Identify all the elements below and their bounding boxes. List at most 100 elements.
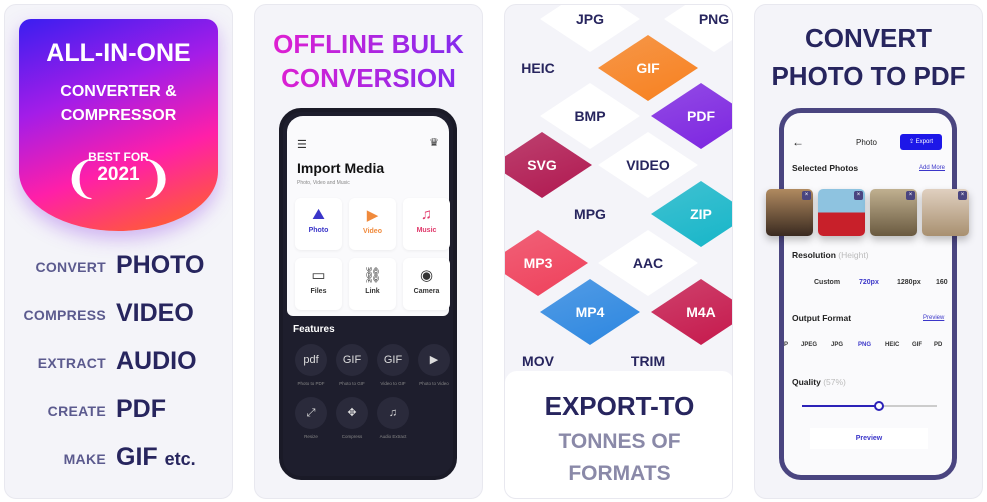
badge-title: ALL-IN-ONE — [46, 39, 191, 67]
feature-object: PHOTO — [116, 251, 204, 280]
feature-verb: EXTRACT — [37, 355, 106, 371]
format-label: VIDEO — [626, 157, 670, 173]
tile-label: Music — [416, 227, 437, 234]
feature-row: EXTRACT AUDIO — [5, 347, 232, 377]
format-label: JPG — [575, 11, 605, 27]
format-option[interactable]: JPG — [831, 342, 843, 348]
format-label: ZIP — [690, 206, 712, 222]
format-label: TRIM — [630, 353, 666, 369]
headline: CONVERT — [804, 23, 933, 53]
promo-badge: ALL-IN-ONE CONVERTER & COMPRESSOR ❨ ❩ BES… — [19, 19, 218, 231]
pdf-icon: pdf — [295, 344, 327, 376]
preview-button[interactable]: Preview — [810, 428, 928, 449]
feature-item[interactable]: ✥ Compress — [332, 397, 372, 439]
resolution-option[interactable]: 1280px — [897, 279, 921, 286]
resolution-option[interactable]: 720px — [859, 279, 879, 286]
tile-label: Photo — [308, 227, 329, 234]
music-icon: ♫ — [420, 206, 433, 223]
feature-verb: CREATE — [47, 403, 106, 419]
panel-formats: JPG PNG HEIC GIF BMP PDF SVG VIDEO MPG ZIP MP3 AAC M… — [504, 4, 733, 499]
crown-icon[interactable]: ♛ — [429, 136, 439, 149]
selected-photos-label: Selected Photos — [792, 163, 859, 173]
import-tile-music[interactable]: ♫ Music — [403, 198, 450, 250]
photo-thumbnail[interactable]: × — [922, 189, 969, 236]
feature-item[interactable]: ♫ Audio Extract — [373, 397, 413, 439]
import-tile-files[interactable]: ▭ Files — [295, 258, 342, 310]
feature-object: GIF etc. — [116, 443, 196, 472]
resolution-hint: (Height) — [838, 250, 869, 260]
format-label: MP3 — [523, 255, 553, 271]
export-button[interactable]: ⇪ Export — [900, 134, 942, 150]
import-heading: Import Media — [297, 160, 385, 176]
music-icon: ♫ — [377, 397, 409, 429]
headline: PHOTO TO PDF — [771, 61, 966, 91]
import-tile-photo[interactable]: ⛰ Photo — [295, 198, 342, 250]
format-label: M4A — [686, 304, 716, 320]
feature-item[interactable]: GIF Photo to GIF — [332, 344, 372, 386]
format-option[interactable]: P — [784, 342, 788, 348]
format-option[interactable]: GIF — [912, 342, 922, 348]
format-preview-link[interactable]: Preview — [923, 315, 944, 321]
import-tile-link[interactable]: ⛓ Link — [349, 258, 396, 310]
format-label: SVG — [527, 157, 557, 173]
resolution-option[interactable]: Custom — [814, 279, 840, 286]
panel-offline-bulk: OFFLINE BULK CONVERSION ☰ ♛ Import Media… — [254, 4, 483, 499]
remove-icon[interactable]: × — [958, 191, 967, 200]
format-label: AAC — [632, 255, 664, 271]
import-tile-video[interactable]: ▶ Video — [349, 198, 396, 250]
format-label: MPG — [574, 206, 606, 222]
feature-label: Audio Extract — [379, 434, 407, 439]
laurel-left-icon: ❨ — [63, 154, 100, 203]
tile-label: Video — [363, 228, 382, 235]
format-option[interactable]: HEIC — [885, 342, 899, 348]
feature-row: CREATE PDF — [5, 395, 232, 425]
link-icon: ⛓ — [362, 267, 383, 284]
feature-item[interactable]: ⤢ Resize — [291, 397, 331, 439]
feature-object: VIDEO — [116, 299, 194, 328]
caption-sub: FORMATS — [568, 462, 671, 485]
photo-thumbnail[interactable]: × — [818, 189, 865, 236]
remove-icon[interactable]: × — [906, 191, 915, 200]
compress-icon: ✥ — [336, 397, 368, 429]
feature-verb: CONVERT — [35, 259, 106, 275]
menu-icon[interactable]: ☰ — [297, 138, 307, 151]
feature-label: Photo to Video — [419, 381, 449, 386]
feature-item[interactable]: pdf Photo to PDF — [291, 344, 331, 386]
format-option[interactable]: JPEG — [801, 342, 817, 348]
feature-row: MAKE GIF etc. — [5, 443, 232, 473]
feature-suffix: etc. — [164, 449, 196, 469]
badge-line: COMPRESSOR — [60, 107, 177, 124]
resize-icon: ⤢ — [295, 397, 327, 429]
format-label: BMP — [574, 108, 606, 124]
image-icon: ⛰ — [312, 206, 325, 223]
headline: CONVERSION — [255, 63, 482, 94]
feature-item[interactable]: GIF Video to GIF — [373, 344, 413, 386]
resolution-option[interactable]: 160 — [936, 279, 948, 286]
folder-icon: ▭ — [311, 267, 326, 284]
import-tile-camera[interactable]: ◉ Camera — [403, 258, 450, 310]
feature-label: Photo to PDF — [297, 381, 325, 386]
format-option[interactable]: PD — [934, 342, 942, 348]
feature-label: Compress — [341, 434, 363, 439]
back-arrow-icon[interactable]: ← — [792, 135, 804, 149]
tile-label: Files — [310, 288, 327, 295]
headline: OFFLINE BULK — [255, 29, 482, 60]
photo-thumbnail[interactable]: × — [870, 189, 917, 236]
feature-object-text: GIF — [116, 443, 158, 471]
quality-slider[interactable] — [802, 401, 937, 411]
feature-item[interactable]: ▶ Photo to Video — [414, 344, 453, 386]
feature-object-text: AUDIO — [116, 347, 197, 375]
export-label: Export — [915, 139, 934, 145]
caption-sub: TONNES OF — [558, 430, 681, 453]
remove-icon[interactable]: × — [802, 191, 811, 200]
caption-title: EXPORT-TO — [544, 391, 695, 421]
remove-icon[interactable]: × — [854, 191, 863, 200]
feature-verb: COMPRESS — [23, 307, 106, 323]
add-more-link[interactable]: Add More — [919, 165, 945, 171]
photo-thumbnail[interactable]: × — [766, 189, 813, 236]
feature-object: AUDIO — [116, 347, 197, 376]
format-option[interactable]: PNG — [858, 342, 871, 348]
feature-verb: MAKE — [63, 451, 106, 467]
slider-handle[interactable] — [873, 401, 884, 411]
screen-title: Photo — [856, 138, 877, 147]
